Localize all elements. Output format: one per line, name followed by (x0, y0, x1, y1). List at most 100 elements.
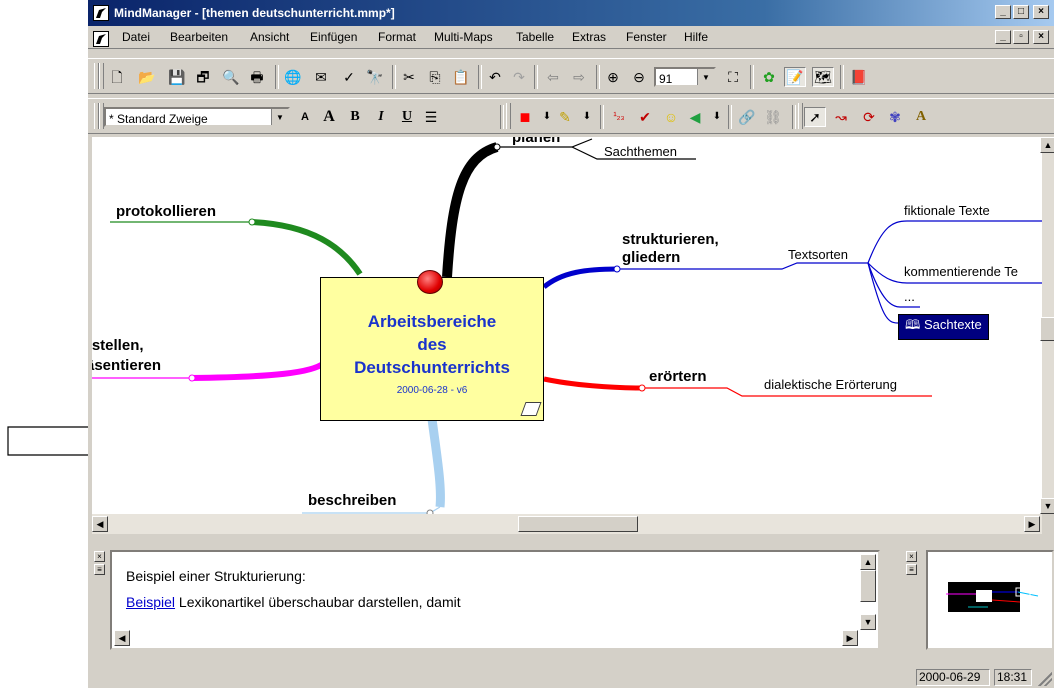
align-icon[interactable]: ☰ (420, 107, 442, 127)
menu-tabelle[interactable]: Tabelle (516, 30, 554, 44)
overview-icon[interactable]: 🗺 (812, 67, 834, 87)
menu-extras[interactable]: Extras (572, 30, 606, 44)
relationship-icon[interactable]: ↝ (830, 107, 852, 127)
node-eroertern[interactable]: erörtern (649, 368, 707, 385)
fill-color-icon[interactable]: ■ (514, 107, 536, 127)
style-combo[interactable]: * Standard Zweige ▼ (104, 107, 290, 127)
close-button[interactable]: × (1033, 5, 1049, 19)
undo-icon[interactable]: ↶ (484, 67, 506, 87)
vertical-scroll-thumb[interactable] (1040, 317, 1054, 341)
highlight-pen-icon[interactable]: ✎ (554, 107, 576, 127)
spellcheck-icon[interactable]: ✓ (338, 67, 360, 87)
scroll-right-icon[interactable]: ▶ (1024, 516, 1040, 532)
maximize-button[interactable]: □ (1013, 5, 1029, 19)
notes-scroll-up-icon[interactable]: ▲ (860, 554, 876, 570)
send-mail-icon[interactable]: ✉ (310, 67, 332, 87)
menu-einfuegen[interactable]: Einfügen (310, 30, 357, 44)
zoom-combo[interactable]: 91 ▼ (654, 67, 716, 87)
fit-page-icon[interactable]: ⛶ (722, 67, 744, 87)
menu-hilfe[interactable]: Hilfe (684, 30, 708, 44)
node-dialektische-eroerterung[interactable]: dialektische Erörterung (764, 377, 897, 392)
notes-scroll-down-icon[interactable]: ▼ (860, 614, 876, 630)
save-icon[interactable]: 💾 (166, 67, 188, 87)
find-icon[interactable]: 🔭 (364, 67, 386, 87)
doc-minimize-button[interactable]: _ (995, 30, 1011, 44)
menu-bearbeiten[interactable]: Bearbeiten (170, 30, 228, 44)
document-icon[interactable] (93, 31, 109, 47)
notes-example-link[interactable]: Beispiel (126, 594, 175, 610)
pin-notes-icon[interactable]: ≡ (94, 564, 105, 575)
resize-grip-icon[interactable] (1038, 672, 1052, 686)
doc-close-button[interactable]: × (1033, 30, 1049, 44)
notes-scroll-left-icon[interactable]: ◀ (114, 630, 130, 646)
highlight-dropdown-icon[interactable]: ⬇ (576, 107, 598, 127)
menu-fenster[interactable]: Fenster (626, 30, 667, 44)
font-size-up-icon[interactable]: A (318, 107, 340, 127)
redo-icon[interactable]: ↷ (508, 67, 530, 87)
toolbar-grip[interactable] (506, 103, 511, 129)
font-size-down-icon[interactable]: A (294, 107, 316, 127)
node-kommentierende-texte[interactable]: kommentierende Te (904, 264, 1018, 279)
menu-format[interactable]: Format (378, 30, 416, 44)
note-pad-icon[interactable] (520, 402, 542, 416)
node-textsorten[interactable]: Textsorten (788, 247, 848, 262)
zoom-in-icon[interactable]: ⊕ (602, 67, 624, 87)
title-bar[interactable]: MindManager - [themen deutschunterricht.… (88, 0, 1054, 26)
italic-icon[interactable]: I (370, 107, 392, 127)
notes-pane[interactable]: Beispiel einer Strukturierung: Beispiel … (110, 550, 880, 650)
book-icon[interactable]: 📕 (848, 67, 870, 87)
node-darstellen-line1[interactable]: rstellen, (92, 337, 144, 354)
notes-scroll-right-icon[interactable]: ▶ (842, 630, 858, 646)
boundary-icon[interactable]: ⟳ (858, 107, 880, 127)
horizontal-scrollbar[interactable]: ◀ ▶ (92, 514, 1042, 534)
node-darstellen-line2[interactable]: äsentieren (92, 357, 161, 374)
bold-icon[interactable]: B (344, 107, 366, 127)
cut-icon[interactable]: ✂ (398, 67, 420, 87)
menu-datei[interactable]: Datei (122, 30, 150, 44)
zoom-out-icon[interactable]: ⊖ (628, 67, 650, 87)
close-notes-icon[interactable]: × (94, 551, 105, 562)
horizontal-scroll-thumb[interactable] (518, 516, 638, 532)
node-protokollieren[interactable]: protokollieren (116, 203, 216, 220)
hyperlink-icon[interactable]: 🔗 (736, 107, 758, 127)
print-icon[interactable]: 🖶 (246, 67, 268, 87)
new-document-icon[interactable]: 🗋 (106, 67, 128, 87)
flag-dropdown-icon[interactable]: ⬇ (706, 107, 728, 127)
text-style-icon[interactable]: A (910, 107, 932, 127)
node-strukturieren-line2[interactable]: gliedern (622, 249, 680, 266)
copy-icon[interactable]: ⎘ (424, 67, 446, 87)
notes-view-icon[interactable]: 📝 (784, 67, 806, 87)
web-globe-icon[interactable]: 🌐 (282, 67, 304, 87)
node-sachtexte[interactable]: 🕮 Sachtexte (898, 314, 989, 340)
image-library-icon[interactable]: ✾ (884, 107, 906, 127)
map-canvas[interactable]: planen Sachthemen protokollieren struktu… (92, 137, 1042, 514)
colors-icon[interactable]: ✿ (758, 67, 780, 87)
save-all-icon[interactable]: 🗗 (192, 67, 214, 87)
vertical-scrollbar[interactable]: ▲ ▼ (1040, 137, 1054, 514)
print-preview-icon[interactable]: 🔍 (220, 67, 242, 87)
scroll-left-icon[interactable]: ◀ (92, 516, 108, 532)
smiley-icon[interactable]: ☺ (660, 107, 682, 127)
minimize-button[interactable]: _ (995, 5, 1011, 19)
flag-icon[interactable]: ◀ (684, 107, 706, 127)
doc-restore-button[interactable]: ▫ (1013, 30, 1029, 44)
forward-arrow-icon[interactable]: ⇨ (568, 67, 590, 87)
node-ellipsis[interactable]: ... (904, 289, 915, 304)
pin-overview-icon[interactable]: ≡ (906, 564, 917, 575)
node-beschreiben[interactable]: beschreiben (308, 492, 396, 509)
numbering-icon[interactable]: ¹₂₃ (608, 107, 630, 127)
node-sachthemen[interactable]: Sachthemen (604, 144, 677, 159)
unlink-icon[interactable]: ⛓ (762, 107, 784, 127)
close-overview-icon[interactable]: × (906, 551, 917, 562)
map-overview-pane[interactable] (926, 550, 1054, 650)
toolbar-grip[interactable] (798, 103, 803, 129)
chevron-down-icon[interactable]: ▼ (697, 69, 714, 85)
notes-vertical-scroll-thumb[interactable] (860, 570, 876, 602)
checkmark-icon[interactable]: ✔ (634, 107, 656, 127)
select-pointer-icon[interactable]: ➚ (804, 107, 826, 127)
paste-icon[interactable]: 📋 (450, 67, 472, 87)
menu-ansicht[interactable]: Ansicht (250, 30, 289, 44)
menu-multi-maps[interactable]: Multi-Maps (434, 30, 493, 44)
node-fiktionale-texte[interactable]: fiktionale Texte (904, 203, 990, 218)
node-strukturieren-line1[interactable]: strukturieren, (622, 231, 719, 248)
